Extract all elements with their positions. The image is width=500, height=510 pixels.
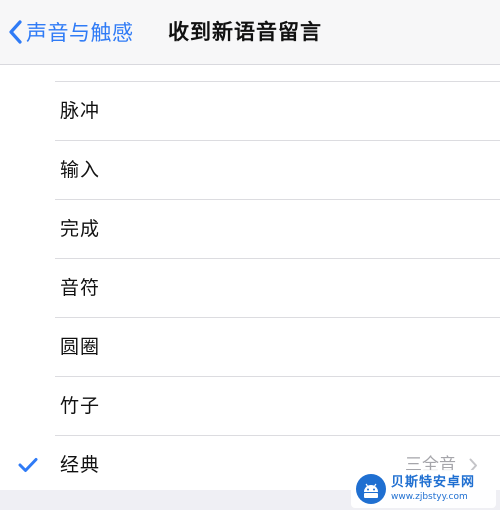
- list-item[interactable]: 脉冲: [55, 82, 500, 141]
- chevron-left-icon: [8, 20, 22, 44]
- watermark-text: 贝斯特安卓网 www.zjbstyy.com: [391, 475, 475, 503]
- watermark: 贝斯特安卓网 www.zjbstyy.com: [351, 470, 496, 508]
- list-item-label: 竹子: [60, 395, 101, 417]
- screen: 声音与触感 收到新语音留言 脉冲 输入 完成 音符 圆圈 竹子 经典 三全音 贝…: [0, 0, 500, 510]
- list-item[interactable]: 竹子: [55, 377, 500, 436]
- sound-list: 脉冲 输入 完成 音符 圆圈 竹子 经典 三全音: [0, 65, 500, 510]
- watermark-url: www.zjbstyy.com: [391, 492, 468, 502]
- list-item-label: 圆圈: [60, 336, 101, 358]
- list-item-label: 脉冲: [60, 100, 101, 122]
- list-item-label: 输入: [60, 159, 101, 181]
- list-item-label: 完成: [60, 218, 101, 240]
- back-button-label: 声音与触感: [26, 21, 134, 45]
- back-button[interactable]: 声音与触感: [8, 12, 134, 52]
- list-item[interactable]: 输入: [55, 141, 500, 200]
- android-logo-icon: [355, 473, 387, 505]
- list-item-label: 经典: [60, 454, 101, 476]
- list-item[interactable]: 圆圈: [55, 318, 500, 377]
- list-item[interactable]: 完成: [55, 200, 500, 259]
- list-item[interactable]: 音符: [55, 259, 500, 318]
- list-top-separator: [55, 65, 500, 82]
- watermark-title: 贝斯特安卓网: [391, 475, 476, 490]
- navigation-bar: 声音与触感 收到新语音留言: [0, 0, 500, 65]
- list-item-label: 音符: [60, 277, 101, 299]
- page-title: 收到新语音留言: [168, 20, 322, 44]
- checkmark-icon: [18, 457, 38, 477]
